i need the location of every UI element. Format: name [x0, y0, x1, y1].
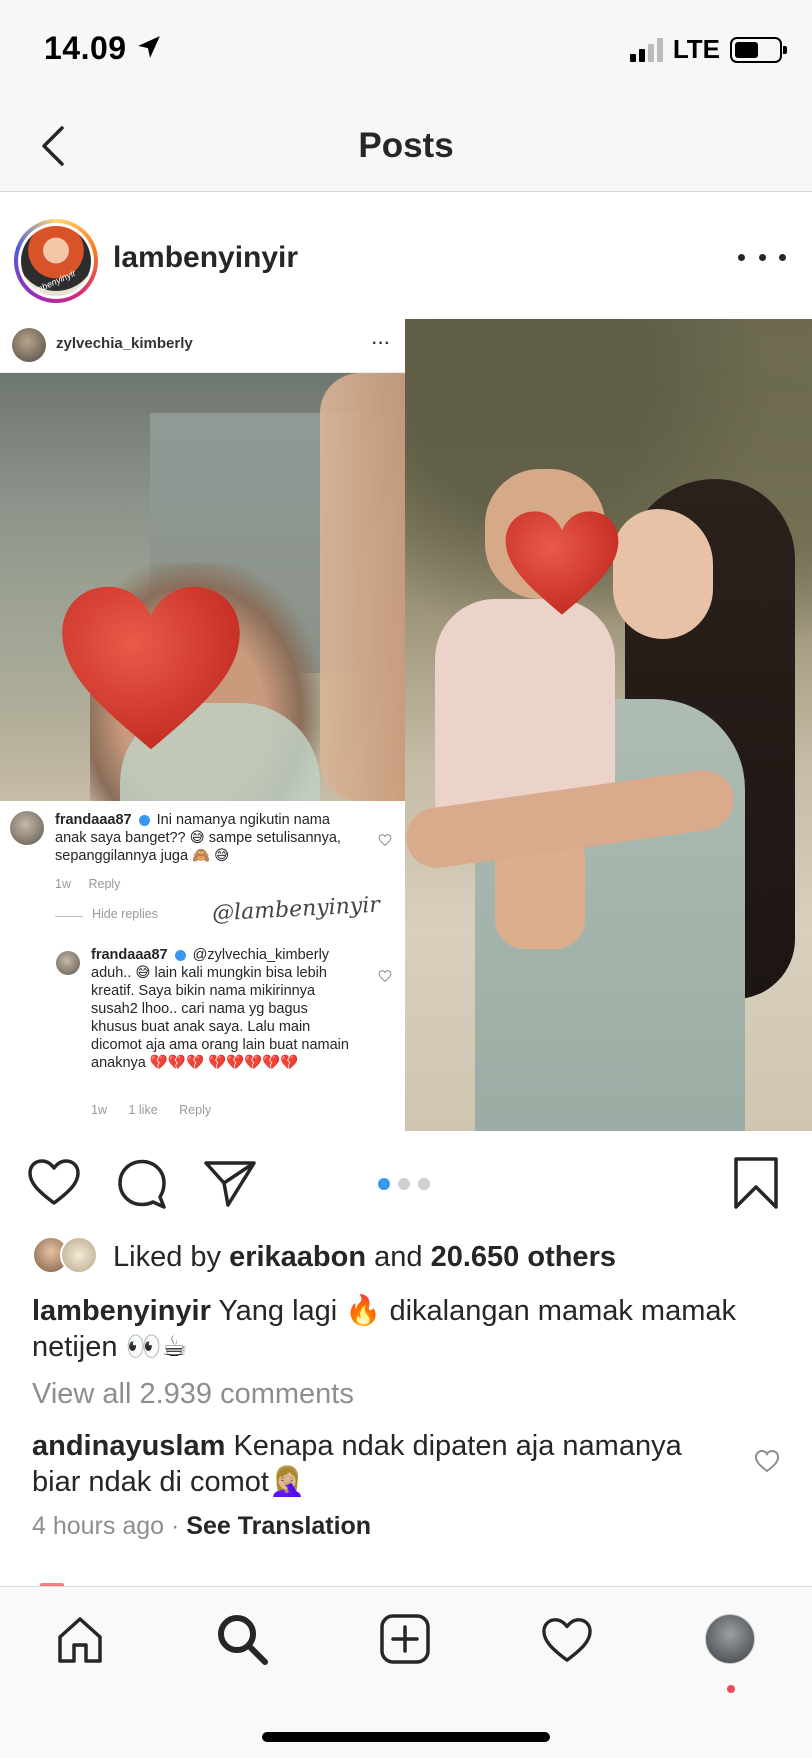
comment-meta: 4 hours ago · See Translation	[32, 1512, 371, 1541]
nav-header: Posts	[0, 100, 812, 192]
post-actions	[0, 1131, 812, 1235]
comment-like-icon	[378, 970, 392, 983]
see-translation-link[interactable]: See Translation	[186, 1512, 371, 1540]
profile-avatar	[705, 1614, 755, 1664]
comment-bubble-icon[interactable]	[114, 1155, 170, 1211]
comment-likes: 1 like	[128, 1103, 158, 1117]
likes-row: Liked by erikaabon and 20.650 others	[0, 1233, 812, 1283]
comment-time: 1w	[91, 1103, 107, 1117]
heart-icon[interactable]	[26, 1155, 82, 1211]
comment-like-icon	[378, 834, 392, 847]
avatar-tag-text: lambenyinyir	[26, 267, 77, 296]
post-author-username[interactable]: lambenyinyir	[113, 241, 298, 275]
comment-like-icon[interactable]	[754, 1449, 780, 1473]
embedded-avatar	[12, 328, 46, 362]
more-options-button[interactable]	[738, 243, 786, 271]
post-header: lambenyinyir lambenyinyir	[0, 193, 812, 319]
tab-search[interactable]	[210, 1607, 274, 1671]
comment-username: frandaaa87	[91, 947, 168, 963]
heart-sticker-icon	[505, 511, 619, 615]
mother-child-photo	[405, 319, 812, 1131]
page-title: Posts	[358, 126, 454, 165]
more-dot-icon	[738, 253, 745, 261]
comment-reply: Reply	[88, 877, 121, 891]
notification-dot	[727, 1685, 735, 1693]
comment-meta: 1w 1 like Reply	[91, 1103, 211, 1117]
embedded-post-header: zylvechia_kimberly ···	[0, 319, 405, 373]
top-comment: andinayuslam Kenapa ndak dipaten aja nam…	[32, 1428, 732, 1500]
liker-username[interactable]: erikaabon	[229, 1241, 366, 1273]
hide-replies: Hide replies	[92, 907, 159, 921]
carousel-dot-active	[378, 1178, 390, 1190]
more-dot-icon	[758, 253, 766, 261]
verified-badge-icon	[138, 814, 150, 826]
verified-badge-icon	[174, 949, 186, 961]
comment-avatar	[56, 951, 80, 975]
comment-username[interactable]: andinayuslam	[32, 1430, 225, 1462]
embedded-username: zylvechia_kimberly	[56, 335, 193, 352]
home-icon	[58, 1617, 102, 1663]
comment-time: 4 hours ago	[32, 1512, 165, 1540]
paper-plane-icon[interactable]	[202, 1155, 258, 1211]
tab-add-post[interactable]	[373, 1607, 437, 1671]
meta-separator: ·	[171, 1512, 180, 1540]
comment-time: 1w	[55, 877, 71, 891]
bookmark-icon[interactable]	[728, 1155, 784, 1211]
embedded-comments: frandaaa87 Ini namanya ngikutin nama ana…	[0, 801, 405, 1131]
network-type: LTE	[672, 34, 720, 64]
divider	[55, 916, 83, 917]
comment-text: aduh.. 😅 lain kali mungkin bisa lebih kr…	[91, 965, 349, 1071]
likes-others[interactable]: 20.650 others	[431, 1241, 616, 1273]
comment-meta: 1w Reply	[55, 877, 120, 891]
embedded-comment-2: frandaaa87 @zylvechia_kimberly aduh.. 😅 …	[91, 946, 353, 1072]
battery-icon	[730, 36, 787, 63]
comment-username: frandaaa87	[55, 812, 132, 828]
post-media[interactable]: zylvechia_kimberly ··· frandaaa87 Ini na…	[0, 319, 812, 1131]
carousel-dot	[418, 1178, 430, 1190]
search-icon	[218, 1615, 268, 1665]
embedded-more-icon: ···	[372, 335, 391, 352]
comment-avatar	[10, 811, 44, 845]
signal-strength-icon	[629, 37, 663, 62]
screenshot-collage-left: zylvechia_kimberly ··· frandaaa87 Ini na…	[0, 319, 405, 1131]
comment-mention: @zylvechia_kimberly	[192, 947, 330, 963]
status-bar: 14.09 LTE	[0, 0, 812, 100]
likes-joiner: and	[374, 1241, 423, 1273]
liker-avatar	[60, 1236, 98, 1274]
status-time: 14.09	[44, 30, 127, 66]
caption-username[interactable]: lambenyinyir	[32, 1295, 211, 1327]
likes-prefix: Liked by	[113, 1241, 222, 1273]
post-author-avatar[interactable]: lambenyinyir	[14, 219, 98, 303]
activity-heart-icon	[542, 1618, 592, 1662]
embedded-photo	[0, 373, 405, 801]
tab-profile[interactable]	[698, 1607, 762, 1671]
post-caption: lambenyinyir Yang lagi 🔥 dikalangan mama…	[32, 1293, 772, 1365]
carousel-indicator	[378, 1178, 430, 1190]
location-arrow-icon	[138, 36, 160, 58]
status-indicators: LTE	[629, 34, 787, 65]
tab-home[interactable]	[48, 1607, 112, 1671]
likes-summary[interactable]: Liked by erikaabon and 20.650 others	[113, 1241, 616, 1274]
more-dot-icon	[779, 253, 786, 261]
carousel-dot	[398, 1178, 410, 1190]
home-indicator[interactable]	[262, 1732, 550, 1742]
add-post-icon	[380, 1614, 430, 1664]
comment-reply: Reply	[179, 1103, 212, 1117]
tab-activity[interactable]	[535, 1607, 599, 1671]
heart-sticker-icon	[62, 586, 240, 750]
liker-avatars[interactable]	[32, 1236, 102, 1276]
embedded-comment-1: frandaaa87 Ini namanya ngikutin nama ana…	[55, 811, 355, 865]
view-all-comments-link[interactable]: View all 2.939 comments	[32, 1378, 354, 1411]
watermark: @lambenyinyir	[211, 892, 381, 927]
